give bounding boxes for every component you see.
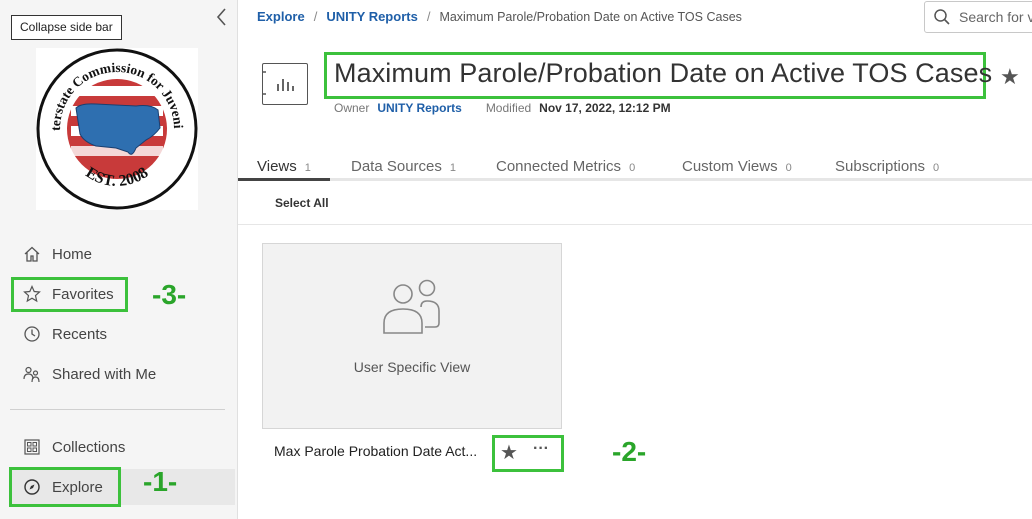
- content-tabs: Views 1 Data Sources 1 Connected Metrics 0 …: [238, 155, 1032, 181]
- tab-label: Data Sources: [351, 158, 442, 175]
- tab-count: 0: [933, 162, 940, 174]
- breadcrumb-separator: /: [313, 9, 318, 24]
- workbook-meta: Owner UNITY Reports Modified Nov 17, 202…: [334, 101, 671, 115]
- tab-label: Custom Views: [682, 158, 778, 175]
- tab-count: 1: [449, 162, 457, 174]
- annotation-3: -3-: [152, 279, 187, 310]
- breadcrumb-separator: /: [426, 9, 431, 24]
- sidebar-item-collections[interactable]: Collections: [10, 429, 235, 465]
- tab-label: Connected Metrics: [496, 158, 622, 175]
- breadcrumb: Explore / UNITY Reports / Maximum Parole…: [257, 9, 742, 24]
- sidebar-item-label: Collections: [52, 438, 126, 456]
- view-card-title[interactable]: Max Parole Probation Date Act...: [274, 443, 477, 459]
- sidebar-item-shared-with-me[interactable]: Shared with Me: [10, 356, 235, 392]
- favorite-star-icon[interactable]: ★: [1000, 64, 1020, 90]
- select-all-button[interactable]: Select All: [275, 196, 329, 210]
- highlight-box-explore: [9, 467, 121, 507]
- shared-users-icon: [21, 363, 43, 385]
- tab-subscriptions[interactable]: Subscriptions 0: [835, 158, 939, 175]
- owner-label: Owner: [334, 101, 370, 115]
- sidebar-divider: [10, 409, 225, 410]
- collapse-sidebar-button[interactable]: [212, 6, 232, 28]
- search-icon: [934, 9, 950, 25]
- sidebar-item-label: Shared with Me: [52, 365, 157, 383]
- chevron-left-icon: [216, 8, 226, 26]
- sidebar-item-label: Recents: [52, 325, 108, 343]
- tab-count: 0: [785, 162, 792, 174]
- breadcrumb-current: Maximum Parole/Probation Date on Active …: [439, 9, 742, 24]
- sidebar: Collapse side bar Interstate Commission …: [0, 0, 238, 519]
- organization-logo: Interstate Commission for Juveniles EST.…: [32, 36, 198, 210]
- tab-views[interactable]: Views 1: [257, 158, 311, 175]
- tab-count: 1: [304, 162, 311, 174]
- tab-label: Subscriptions: [835, 158, 926, 175]
- owner-link[interactable]: UNITY Reports: [377, 101, 461, 115]
- more-actions-icon[interactable]: ···: [533, 440, 549, 458]
- breadcrumb-project-link[interactable]: UNITY Reports: [326, 9, 418, 24]
- collapse-sidebar-tooltip: Collapse side bar: [11, 15, 122, 40]
- search-placeholder: Search for v: [959, 9, 1032, 25]
- active-tab-indicator: [238, 178, 330, 181]
- highlight-box-favorites: [11, 277, 128, 312]
- view-card-thumbnail[interactable]: User Specific View: [262, 243, 562, 429]
- tab-connected-metrics[interactable]: Connected Metrics 0: [496, 158, 635, 175]
- annotation-1: -1-: [143, 466, 178, 497]
- sidebar-item-home[interactable]: Home: [10, 236, 235, 272]
- sidebar-item-label: Home: [52, 245, 93, 263]
- modified-value: Nov 17, 2022, 12:12 PM: [539, 101, 671, 115]
- clock-icon: [21, 323, 43, 345]
- thumbnail-label: User Specific View: [353, 359, 471, 375]
- grid-icon: [21, 436, 43, 458]
- tab-label: Views: [257, 158, 297, 175]
- modified-label: Modified: [485, 101, 532, 115]
- page-title: Maximum Parole/Probation Date on Active …: [334, 58, 993, 88]
- tab-data-sources[interactable]: Data Sources 1: [351, 158, 456, 175]
- tab-custom-views[interactable]: Custom Views 0: [682, 158, 792, 175]
- annotation-2: -2-: [612, 436, 647, 467]
- view-favorite-star-icon[interactable]: ★: [500, 440, 518, 465]
- sidebar-item-recents[interactable]: Recents: [10, 316, 235, 352]
- toolbar-divider: [238, 224, 1032, 225]
- search-input[interactable]: Search for v: [924, 1, 1032, 33]
- breadcrumb-explore-link[interactable]: Explore: [257, 9, 305, 24]
- user-specific-view-icon: [383, 279, 440, 334]
- workbook-icon: [262, 63, 308, 105]
- home-icon: [21, 243, 43, 265]
- tab-count: 0: [629, 162, 636, 174]
